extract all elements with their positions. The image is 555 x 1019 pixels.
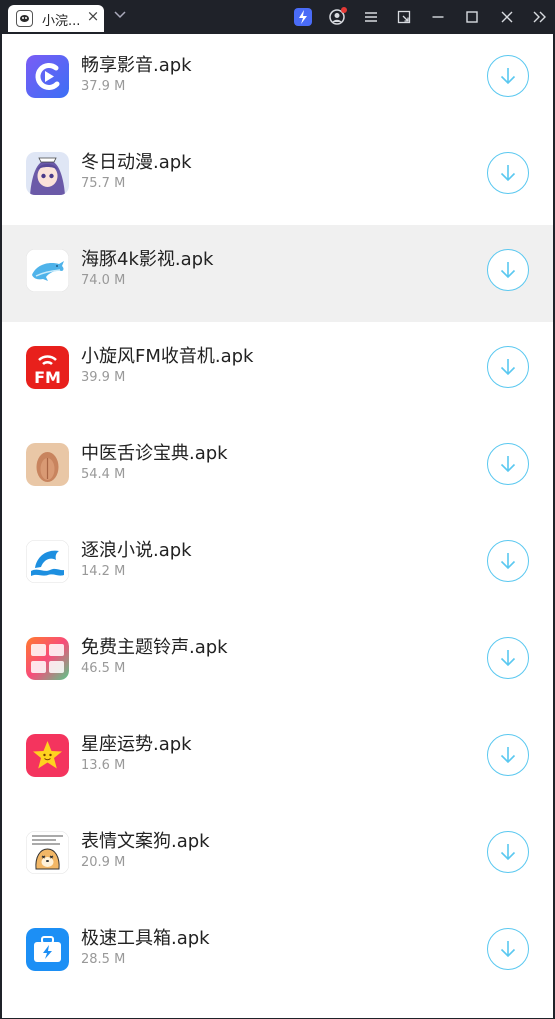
download-button[interactable] — [487, 928, 529, 970]
dolphin-icon — [26, 249, 69, 292]
app-name: 海豚4k影视.apk — [81, 249, 214, 270]
app-name: 畅享影音.apk — [81, 55, 192, 76]
list-item[interactable]: 海豚4k影视.apk 74.0 M — [2, 225, 553, 322]
cat-favicon-icon — [16, 10, 33, 27]
app-size: 74.0 M — [81, 273, 126, 288]
download-button[interactable] — [487, 346, 529, 388]
download-button[interactable] — [487, 540, 529, 582]
notification-dot — [341, 7, 347, 13]
download-list[interactable]: 畅享影音.apk 37.9 M 冬日动漫.apk 75.7 M 海豚4k影视.a… — [2, 34, 553, 1018]
play-circle-icon — [26, 55, 69, 98]
maximize-icon[interactable] — [463, 8, 481, 26]
app-size: 14.2 M — [81, 564, 126, 579]
app-name: 逐浪小说.apk — [81, 540, 192, 561]
title-bar: 小浣... × — [0, 0, 555, 34]
download-arrow-icon — [500, 650, 516, 667]
shrink-window-icon[interactable] — [395, 8, 413, 26]
list-item[interactable]: FM 小旋风FM收音机.apk 39.9 M — [2, 322, 553, 419]
tab-title: 小浣... — [42, 14, 81, 29]
download-button[interactable] — [487, 637, 529, 679]
minimize-icon[interactable] — [429, 8, 447, 26]
download-button[interactable] — [487, 249, 529, 291]
fm-radio-icon: FM — [26, 346, 69, 389]
download-button[interactable] — [487, 55, 529, 97]
app-name: 免费主题铃声.apk — [81, 637, 228, 658]
download-arrow-icon — [500, 68, 516, 85]
double-chevron-right-icon[interactable] — [531, 8, 549, 26]
download-arrow-icon — [500, 747, 516, 764]
download-button[interactable] — [487, 734, 529, 776]
download-arrow-icon — [500, 844, 516, 861]
meme-dog-icon — [26, 831, 69, 874]
app-size: 75.7 M — [81, 176, 126, 191]
app-name: 中医舌诊宝典.apk — [81, 443, 228, 464]
list-item[interactable]: 中医舌诊宝典.apk 54.4 M — [2, 419, 553, 516]
app-name: 星座运势.apk — [81, 734, 192, 755]
list-item[interactable]: 免费主题铃声.apk 46.5 M — [2, 613, 553, 710]
app-size: 46.5 M — [81, 661, 126, 676]
app-name: 冬日动漫.apk — [81, 152, 192, 173]
list-item[interactable]: 畅享影音.apk 37.9 M — [2, 34, 553, 128]
app-size: 39.9 M — [81, 370, 126, 385]
close-icon[interactable] — [498, 8, 516, 26]
app-name: 极速工具箱.apk — [81, 928, 210, 949]
app-size: 37.9 M — [81, 79, 126, 94]
tab-close-icon[interactable]: × — [86, 7, 100, 25]
svg-text:FM: FM — [34, 368, 61, 387]
download-arrow-icon — [500, 262, 516, 279]
dolphin-wave-icon — [26, 540, 69, 583]
free-ringtone-icon — [26, 637, 69, 680]
app-size: 13.6 M — [81, 758, 126, 773]
menu-icon[interactable] — [362, 8, 380, 26]
anime-girl-icon — [26, 152, 69, 195]
browser-tab[interactable]: 小浣... × — [8, 5, 104, 32]
app-name: 表情文案狗.apk — [81, 831, 210, 852]
download-arrow-icon — [500, 165, 516, 182]
star-icon — [26, 734, 69, 777]
toolbox-icon — [26, 928, 69, 971]
download-button[interactable] — [487, 152, 529, 194]
app-size: 28.5 M — [81, 952, 126, 967]
download-button[interactable] — [487, 443, 529, 485]
list-item[interactable]: 逐浪小说.apk 14.2 M — [2, 516, 553, 613]
app-size: 20.9 M — [81, 855, 126, 870]
tongue-icon — [26, 443, 69, 486]
download-arrow-icon — [500, 456, 516, 473]
user-icon[interactable] — [328, 7, 347, 26]
list-item[interactable]: 表情文案狗.apk 20.9 M — [2, 807, 553, 904]
app-size: 54.4 M — [81, 467, 126, 482]
list-item[interactable]: 星座运势.apk 13.6 M — [2, 710, 553, 807]
list-item[interactable]: 极速工具箱.apk 28.5 M — [2, 904, 553, 1001]
app-name: 小旋风FM收音机.apk — [81, 346, 254, 367]
lightning-icon[interactable] — [294, 8, 312, 26]
download-arrow-icon — [500, 553, 516, 570]
chevron-down-icon[interactable] — [112, 6, 128, 22]
download-button[interactable] — [487, 831, 529, 873]
list-item[interactable]: 冬日动漫.apk 75.7 M — [2, 128, 553, 225]
download-arrow-icon — [500, 941, 516, 958]
download-arrow-icon — [500, 359, 516, 376]
